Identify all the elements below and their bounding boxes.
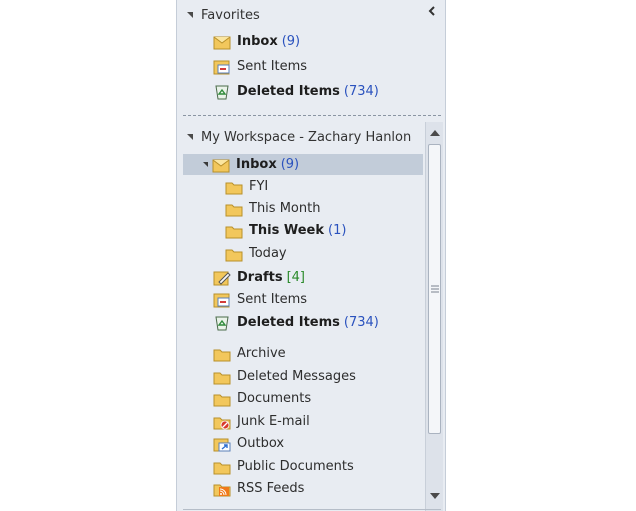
folder-icon bbox=[213, 346, 231, 362]
subfolder-label: FYI bbox=[249, 179, 269, 194]
sent-items-icon bbox=[213, 59, 231, 75]
rss-icon bbox=[213, 481, 231, 497]
expand-triangle-icon[interactable] bbox=[187, 134, 193, 140]
folder-icon bbox=[213, 391, 231, 407]
folder-label: Documents bbox=[237, 391, 312, 406]
folder-outbox[interactable]: Outbox bbox=[213, 433, 284, 454]
favorites-title: Favorites bbox=[201, 7, 260, 23]
folder-label: Deleted Messages bbox=[237, 369, 356, 384]
workspace-item-deleted-items[interactable]: Deleted Items (734) bbox=[213, 312, 379, 333]
deleted-items-count: (734) bbox=[343, 315, 379, 330]
folder-icon bbox=[213, 459, 231, 475]
subfolder-fyi[interactable]: FYI bbox=[225, 176, 268, 197]
inbox-icon bbox=[212, 157, 230, 173]
workspace-item-sent-items[interactable]: Sent Items bbox=[213, 289, 307, 310]
recycle-bin-icon bbox=[213, 315, 231, 331]
junk-folder-icon bbox=[213, 414, 231, 430]
deleted-items-label: Deleted Items bbox=[237, 315, 340, 330]
favorites-item-inbox[interactable]: Inbox (9) bbox=[213, 31, 300, 52]
inbox-icon bbox=[213, 34, 231, 50]
inbox-label: Inbox bbox=[236, 157, 277, 172]
folder-icon bbox=[225, 223, 243, 239]
grip-icon bbox=[431, 283, 439, 293]
drafts-label: Drafts bbox=[237, 270, 283, 285]
workspace-title: My Workspace - Zachary Hanlon bbox=[201, 129, 412, 145]
subfolder-this-month[interactable]: This Month bbox=[225, 198, 320, 219]
subfolder-today[interactable]: Today bbox=[225, 243, 287, 264]
workspace-header[interactable]: My Workspace - Zachary Hanlon bbox=[177, 126, 445, 148]
favorites-deleted-label: Deleted Items bbox=[237, 84, 340, 99]
scroll-up-icon[interactable] bbox=[426, 124, 443, 142]
favorites-item-deleted-items[interactable]: Deleted Items (734) bbox=[213, 81, 379, 102]
folder-icon bbox=[225, 246, 243, 262]
folder-deleted-messages[interactable]: Deleted Messages bbox=[213, 366, 356, 387]
folder-public-documents[interactable]: Public Documents bbox=[213, 456, 354, 477]
folder-label: Public Documents bbox=[237, 459, 354, 474]
favorites-sent-label: Sent Items bbox=[237, 59, 308, 74]
subfolder-this-week[interactable]: This Week (1) bbox=[225, 220, 346, 241]
collapse-pane-icon[interactable] bbox=[427, 6, 437, 16]
folder-label: Archive bbox=[237, 346, 286, 361]
favorites-header[interactable]: Favorites bbox=[177, 4, 445, 26]
folder-rss-feeds[interactable]: RSS Feeds bbox=[213, 478, 304, 499]
sent-items-icon bbox=[213, 292, 231, 308]
outbox-icon bbox=[213, 436, 231, 452]
expand-triangle-icon[interactable] bbox=[187, 12, 193, 18]
favorites-deleted-count: (734) bbox=[343, 84, 379, 99]
workspace-item-inbox[interactable]: Inbox (9) bbox=[203, 154, 299, 175]
workspace-item-drafts[interactable]: Drafts [4] bbox=[213, 267, 305, 288]
folder-label: RSS Feeds bbox=[237, 481, 305, 496]
sent-items-label: Sent Items bbox=[237, 292, 308, 307]
favorites-inbox-label: Inbox bbox=[237, 34, 278, 49]
folder-documents[interactable]: Documents bbox=[213, 388, 311, 409]
scroll-down-icon[interactable] bbox=[426, 487, 443, 505]
drafts-icon bbox=[213, 270, 231, 286]
drafts-count: [4] bbox=[286, 270, 306, 285]
folder-icon bbox=[225, 179, 243, 195]
favorites-item-sent-items[interactable]: Sent Items bbox=[213, 56, 307, 77]
subfolder-label: This Month bbox=[249, 201, 321, 216]
folder-icon bbox=[213, 369, 231, 385]
subfolder-count: (1) bbox=[328, 223, 347, 238]
folder-label: Outbox bbox=[237, 436, 285, 451]
folder-label: Junk E-mail bbox=[237, 414, 310, 429]
scrollbar-thumb[interactable] bbox=[428, 144, 441, 434]
folder-icon bbox=[225, 201, 243, 217]
subfolder-label: This Week bbox=[249, 223, 324, 238]
favorites-inbox-count: (9) bbox=[281, 34, 301, 49]
folder-archive[interactable]: Archive bbox=[213, 343, 286, 364]
section-divider bbox=[183, 115, 441, 116]
expand-triangle-icon[interactable] bbox=[203, 162, 208, 167]
folder-pane: Favorites Inbox (9) Sent Items Deleted I… bbox=[176, 0, 446, 511]
folder-junk-email[interactable]: Junk E-mail bbox=[213, 411, 310, 432]
inbox-count: (9) bbox=[280, 157, 300, 172]
recycle-bin-icon bbox=[213, 84, 231, 100]
vertical-scrollbar[interactable] bbox=[425, 122, 443, 511]
bottom-border bbox=[183, 509, 441, 510]
subfolder-label: Today bbox=[249, 246, 287, 261]
